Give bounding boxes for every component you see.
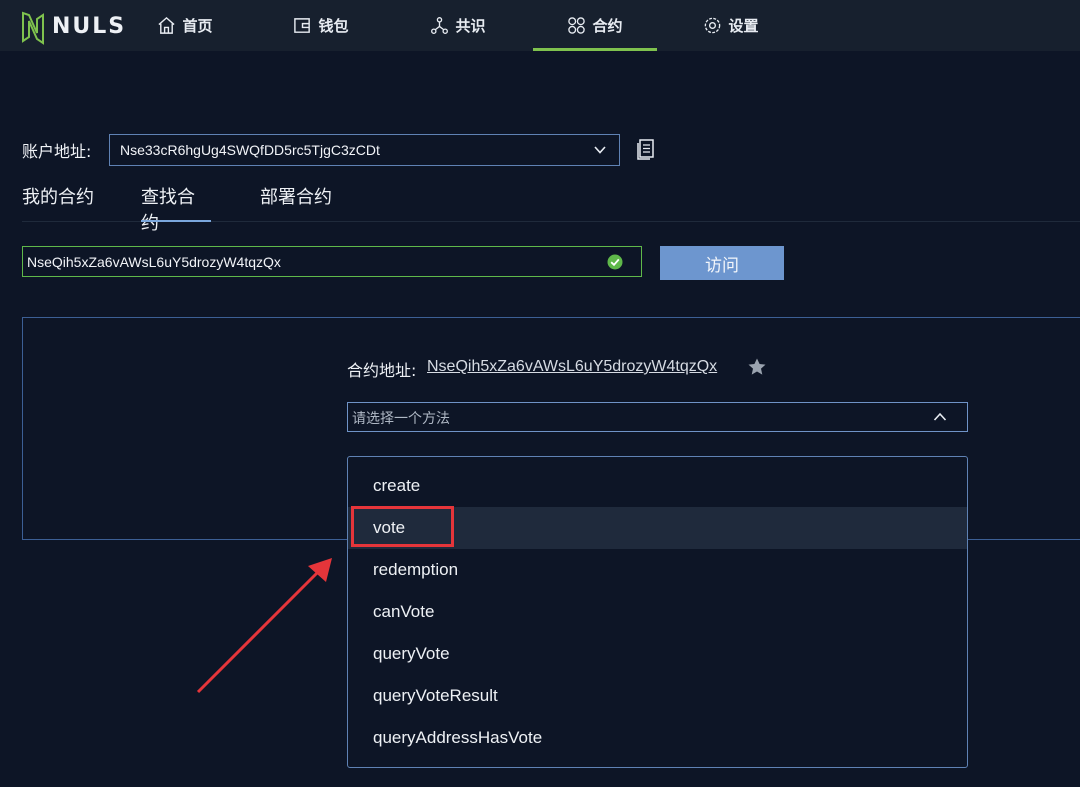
account-address-label: 账户地址:: [22, 142, 92, 161]
method-option-label: queryAddressHasVote: [373, 728, 543, 747]
gear-icon: [705, 17, 721, 34]
method-option-label: canVote: [373, 602, 435, 621]
vote-highlight-box: [351, 506, 454, 547]
contract-search-value: NseQih5xZa6vAWsL6uY5drozyW4tqzQx: [27, 253, 281, 270]
nav-label-contract: 合约: [592, 17, 623, 35]
nav-item-settings[interactable]: 设置: [695, 0, 767, 51]
copy-icon[interactable]: [636, 138, 656, 160]
chevron-up-icon: [933, 412, 947, 421]
visit-button[interactable]: 访问: [660, 246, 784, 280]
method-select[interactable]: 请选择一个方法: [347, 402, 968, 432]
nav-label-consensus: 共识: [455, 17, 486, 35]
tab-deploy-contract[interactable]: 部署合约: [260, 183, 332, 221]
method-option-queryaddresshasvote[interactable]: queryAddressHasVote: [348, 717, 967, 759]
check-circle-icon: [607, 254, 623, 270]
method-option-label: redemption: [373, 560, 459, 579]
tab-find-contract[interactable]: 查找合约: [141, 183, 211, 234]
method-select-placeholder: 请选择一个方法: [352, 411, 450, 427]
nav-label-settings: 设置: [728, 17, 759, 35]
contract-address-link[interactable]: NseQih5xZa6vAWsL6uY5drozyW4tqzQx: [427, 358, 717, 376]
method-option-queryvoteresult[interactable]: queryVoteResult: [348, 675, 967, 717]
nav-label-wallet: 钱包: [318, 17, 349, 35]
method-option-canvote[interactable]: canVote: [348, 591, 967, 633]
contract-search-input[interactable]: NseQih5xZa6vAWsL6uY5drozyW4tqzQx: [22, 246, 642, 277]
nuls-logo[interactable]: NULS: [20, 6, 126, 46]
method-option-label: create: [373, 476, 421, 495]
tab-my-contracts[interactable]: 我的合约: [22, 183, 94, 221]
top-navbar: NULS 首页 钱包 共识 合约 设置: [0, 0, 1080, 51]
method-option-create[interactable]: create: [348, 465, 967, 507]
consensus-icon: [431, 17, 449, 34]
annotation-arrow-icon: [196, 558, 332, 694]
star-icon[interactable]: [747, 357, 767, 377]
method-dropdown: create vote redemption canVote queryVote…: [347, 456, 968, 768]
account-address-select[interactable]: Nse33cR6hgUg4SWQfDD5rc5TjgC3zCDt: [109, 134, 620, 166]
wallet-icon: [294, 18, 311, 33]
brand-name: NULS: [52, 13, 127, 39]
nav-item-wallet[interactable]: 钱包: [285, 0, 357, 51]
nav-item-contract[interactable]: 合约: [533, 0, 657, 51]
nuls-logo-icon: [22, 11, 44, 45]
contract-tabs: 我的合约 查找合约 部署合约: [22, 183, 1080, 234]
home-icon: [158, 16, 176, 34]
nav-item-home[interactable]: 首页: [150, 0, 220, 51]
contract-address-label: 合约地址:: [347, 361, 417, 380]
nav-item-consensus[interactable]: 共识: [422, 0, 494, 51]
method-option-redemption[interactable]: redemption: [348, 549, 967, 591]
method-option-label: queryVoteResult: [373, 686, 498, 705]
chevron-down-icon: [594, 146, 606, 154]
contract-icon: [568, 17, 586, 34]
account-address-value: Nse33cR6hgUg4SWQfDD5rc5TjgC3zCDt: [120, 142, 380, 158]
method-option-queryvote[interactable]: queryVote: [348, 633, 967, 675]
nav-label-home: 首页: [182, 17, 213, 35]
method-option-label: queryVote: [373, 644, 450, 663]
